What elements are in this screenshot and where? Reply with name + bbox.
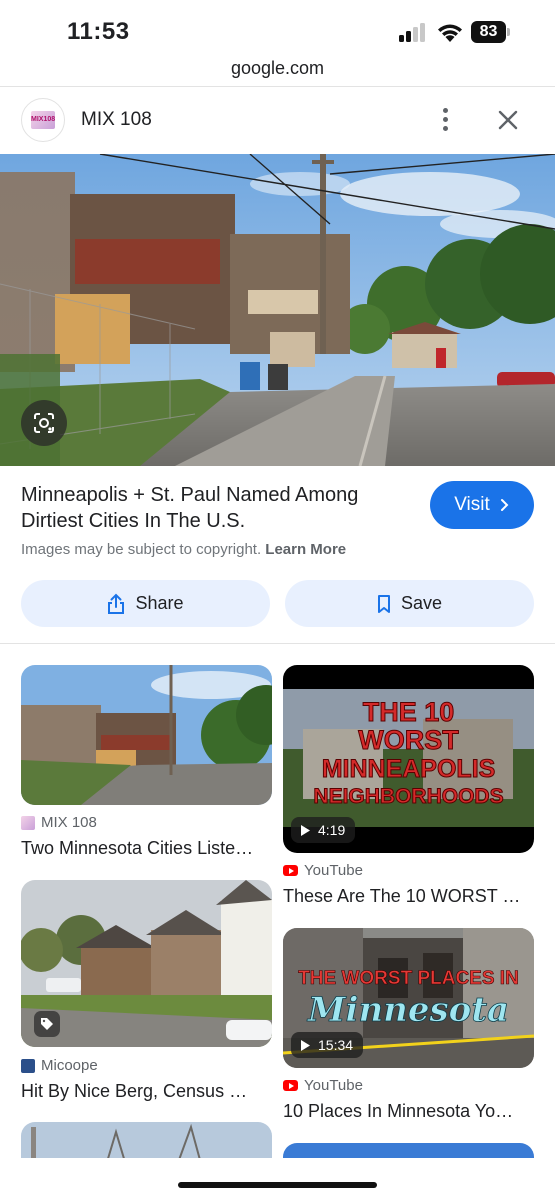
more-vert-icon[interactable]	[433, 106, 457, 134]
visit-label: Visit	[454, 494, 490, 515]
share-label: Share	[135, 593, 184, 613]
related-source-4[interactable]: YouTube	[283, 1077, 363, 1094]
micoope-favicon-icon	[21, 1058, 35, 1073]
video-duration-badge: 15:34	[291, 1032, 364, 1058]
url-bar[interactable]: google.com	[0, 58, 555, 79]
save-label: Save	[400, 593, 443, 613]
bottom-bar	[0, 1158, 555, 1200]
play-icon	[301, 1039, 310, 1051]
divider	[0, 643, 555, 644]
source-logo-text: MIX108	[31, 111, 55, 129]
source-logo[interactable]: MIX108	[21, 98, 65, 142]
related-thumbnail-1[interactable]	[21, 665, 272, 805]
tag-icon	[34, 1011, 60, 1037]
learn-more-link[interactable]: Learn More	[265, 541, 346, 558]
youtube-icon	[283, 865, 298, 876]
video-overlay-line-4: NEIGHBORHOODS	[313, 785, 504, 809]
close-icon[interactable]	[494, 106, 522, 134]
related-source-1[interactable]: MIX 108	[21, 814, 97, 831]
related-source-name: YouTube	[304, 862, 363, 879]
copyright-notice: Images may be subject to copyright. Lear…	[21, 541, 346, 558]
related-source-name: Micoope	[41, 1057, 98, 1074]
visit-button[interactable]: Visit	[430, 481, 534, 529]
youtube-icon	[283, 1080, 298, 1091]
google-lens-button[interactable]	[21, 400, 67, 446]
video-overlay-line-2: WORST	[358, 725, 460, 756]
source-name[interactable]: MIX 108	[81, 109, 152, 131]
video-overlay-line-1: THE 10	[362, 697, 455, 728]
related-source-name: YouTube	[304, 1077, 363, 1094]
related-source-3[interactable]: Micoope	[21, 1057, 98, 1074]
share-icon	[108, 593, 125, 614]
video-duration: 4:19	[318, 822, 346, 838]
bookmark-icon	[377, 594, 390, 613]
google-lens-icon	[34, 413, 54, 433]
video-overlay-line-3: MINNEAPOLIS	[321, 755, 496, 784]
video-overlay-line-2: Minnesota	[307, 990, 510, 1031]
related-source-name: MIX 108	[41, 814, 97, 831]
home-indicator[interactable]	[178, 1182, 377, 1188]
cellular-signal-icon	[399, 22, 427, 42]
battery-level: 83	[471, 21, 506, 43]
related-title-2[interactable]: These Are The 10 WORST …	[283, 886, 534, 907]
save-button[interactable]: Save	[285, 580, 534, 627]
related-title-3[interactable]: Hit By Nice Berg, Census …	[21, 1081, 272, 1102]
divider	[0, 86, 555, 87]
wifi-icon	[438, 24, 462, 42]
battery-icon: 83	[471, 21, 511, 43]
mix108-favicon-icon	[21, 815, 35, 830]
related-title-1[interactable]: Two Minnesota Cities Liste…	[21, 838, 272, 859]
related-thumbnail-4[interactable]: THE WORST PLACES IN Minnesota 15:34	[283, 928, 534, 1068]
copyright-text: Images may be subject to copyright.	[21, 541, 262, 558]
video-duration-badge: 4:19	[291, 817, 356, 843]
hero-image[interactable]	[0, 154, 555, 466]
share-button[interactable]: Share	[21, 580, 270, 627]
status-time: 11:53	[67, 18, 130, 45]
chevron-right-icon	[500, 499, 509, 511]
video-duration: 15:34	[318, 1037, 354, 1053]
related-source-2[interactable]: YouTube	[283, 862, 363, 879]
result-title[interactable]: Minneapolis + St. Paul Named Among Dirti…	[21, 482, 401, 534]
video-overlay-line-1: THE WORST PLACES IN	[298, 968, 519, 990]
play-icon	[301, 824, 310, 836]
related-thumbnail-2[interactable]: THE 10 WORST MINNEAPOLIS NEIGHBORHOODS 4…	[283, 665, 534, 853]
related-title-4[interactable]: 10 Places In Minnesota Yo…	[283, 1101, 534, 1122]
status-bar: 11:53 83	[0, 0, 555, 58]
